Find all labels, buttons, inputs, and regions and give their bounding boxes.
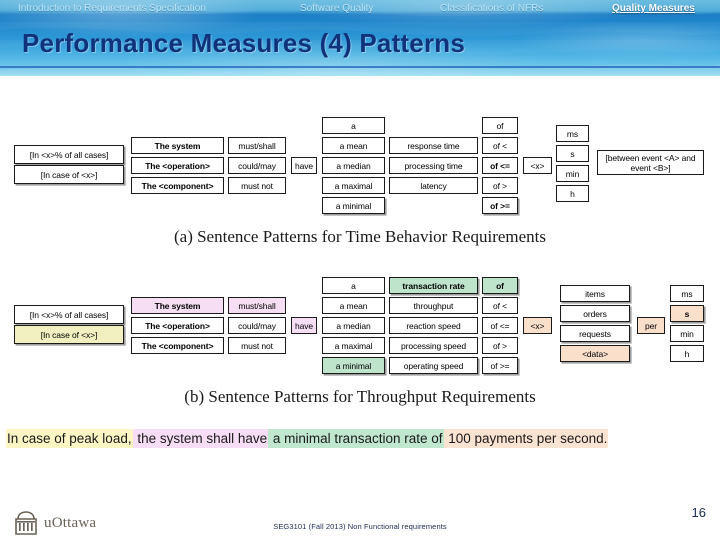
a-subject-cell-0[interactable]: The system	[131, 137, 224, 154]
a-metric-cell-2[interactable]: latency	[389, 177, 478, 194]
b-quantifier-cell-0[interactable]: a	[322, 277, 385, 294]
a-comparator-cell-2[interactable]: of <=	[482, 157, 518, 174]
nav-item-quality-measures[interactable]: Quality Measures	[612, 2, 695, 15]
a-unit-cell-ms[interactable]: ms	[556, 125, 589, 142]
a-quantifier-cell-2[interactable]: a median	[322, 157, 385, 174]
a-quantifier-cell-1[interactable]: a mean	[322, 137, 385, 154]
example-segment-condition: In case of peak load,	[6, 429, 133, 448]
a-comparator-cell-4[interactable]: of >=	[482, 197, 518, 214]
a-comparator-cell-3[interactable]: of >	[482, 177, 518, 194]
slide-header-banner: Introduction to Requirements Specificati…	[0, 0, 720, 76]
example-segment-metric: a minimal transaction rate of	[268, 429, 444, 448]
a-metric-cell-1[interactable]: processing time	[389, 157, 478, 174]
page-title: Performance Measures (4) Patterns	[22, 28, 466, 58]
b-condition-cell-1[interactable]: [In case of <x>]	[14, 325, 124, 344]
a-subject-cell-1[interactable]: The <operation>	[131, 157, 224, 174]
a-unit-cell-min[interactable]: min	[556, 165, 589, 182]
slide-footer: uOttawa SEG3101 (Fall 2013) Non Function…	[0, 455, 720, 540]
b-value-cell-x[interactable]: <x>	[523, 317, 552, 334]
b-unit-cell-min[interactable]: min	[670, 325, 704, 342]
b-verb-cell-have[interactable]: have	[291, 317, 317, 334]
a-modal-cell-0[interactable]: must/shall	[228, 137, 286, 154]
a-unit-cell-s[interactable]: s	[556, 145, 589, 162]
a-subject-cell-2[interactable]: The <component>	[131, 177, 224, 194]
a-metric-cell-0[interactable]: response time	[389, 137, 478, 154]
b-quantifier-cell-3[interactable]: a maximal	[322, 337, 385, 354]
a-quantifier-cell-3[interactable]: a maximal	[322, 177, 385, 194]
nav-item-software-quality[interactable]: Software Quality	[300, 2, 373, 15]
b-comparator-cell-4[interactable]: of >=	[482, 357, 518, 374]
b-quantifier-cell-2[interactable]: a median	[322, 317, 385, 334]
b-unit-cell-h[interactable]: h	[670, 345, 704, 362]
b-comparator-cell-0[interactable]: of	[482, 277, 518, 294]
a-quantifier-cell-4[interactable]: a minimal	[322, 197, 385, 214]
a-modal-cell-2[interactable]: must not	[228, 177, 286, 194]
sentence-pattern-figure: [In <x>% of all cases] [In case of <x>] …	[0, 112, 720, 422]
b-quantifier-cell-4[interactable]: a minimal	[322, 357, 385, 374]
panel-b-caption: (b) Sentence Patterns for Throughput Req…	[184, 387, 536, 406]
title-underline-rule	[0, 66, 720, 68]
section-navigation-bar[interactable]: Introduction to Requirements Specificati…	[0, 0, 720, 19]
b-comparator-cell-2[interactable]: of <=	[482, 317, 518, 334]
b-object-cell-requests[interactable]: requests	[560, 325, 630, 342]
a-quantifier-cell-0[interactable]: a	[322, 117, 385, 134]
b-modal-cell-1[interactable]: could/may	[228, 317, 286, 334]
b-comparator-cell-3[interactable]: of >	[482, 337, 518, 354]
b-unit-cell-ms[interactable]: ms	[670, 285, 704, 302]
b-metric-cell-3[interactable]: processing speed	[389, 337, 478, 354]
b-metric-cell-4[interactable]: operating speed	[389, 357, 478, 374]
a-verb-cell-have[interactable]: have	[291, 157, 317, 174]
a-modal-cell-1[interactable]: could/may	[228, 157, 286, 174]
b-object-cell-orders[interactable]: orders	[560, 305, 630, 322]
example-segment-value: 100 payments per second.	[443, 429, 609, 448]
b-object-cell-data[interactable]: <data>	[560, 345, 630, 362]
b-metric-cell-2[interactable]: reaction speed	[389, 317, 478, 334]
b-unit-cell-s[interactable]: s	[670, 305, 704, 322]
footer-course-note: SEG3101 (Fall 2013) Non Functional requi…	[273, 522, 447, 531]
b-metric-cell-0[interactable]: transaction rate	[389, 277, 478, 294]
panel-a-caption: (a) Sentence Patterns for Time Behavior …	[173, 227, 547, 246]
b-modal-cell-0[interactable]: must/shall	[228, 297, 286, 314]
example-sentence: In case of peak load, the system shall h…	[6, 428, 718, 450]
nav-item-introduction[interactable]: Introduction to Requirements Specificati…	[18, 2, 206, 15]
example-segment-subject: the system shall have	[132, 429, 269, 448]
a-scope-cell-between-events[interactable]: [between event <A> and event <B>]	[597, 150, 704, 175]
b-object-cell-items[interactable]: items	[560, 285, 630, 302]
a-condition-cell-0[interactable]: [In <x>% of all cases]	[14, 145, 124, 164]
b-condition-cell-0[interactable]: [In <x>% of all cases]	[14, 305, 124, 324]
a-comparator-cell-1[interactable]: of <	[482, 137, 518, 154]
b-quantifier-cell-1[interactable]: a mean	[322, 297, 385, 314]
slide-page-number: 16	[691, 505, 706, 520]
b-metric-cell-1[interactable]: throughput	[389, 297, 478, 314]
a-unit-cell-h[interactable]: h	[556, 185, 589, 202]
b-subject-cell-2[interactable]: The <component>	[131, 337, 224, 354]
b-per-cell[interactable]: per	[637, 317, 665, 334]
b-modal-cell-2[interactable]: must not	[228, 337, 286, 354]
b-subject-cell-1[interactable]: The <operation>	[131, 317, 224, 334]
b-subject-cell-0[interactable]: The system	[131, 297, 224, 314]
a-condition-cell-1[interactable]: [In case of <x>]	[14, 165, 124, 184]
nav-item-classifications-nfrs[interactable]: Classifications of NFRs	[440, 2, 543, 15]
a-comparator-cell-0[interactable]: of	[482, 117, 518, 134]
b-comparator-cell-1[interactable]: of <	[482, 297, 518, 314]
a-value-cell-x[interactable]: <x>	[523, 157, 552, 174]
